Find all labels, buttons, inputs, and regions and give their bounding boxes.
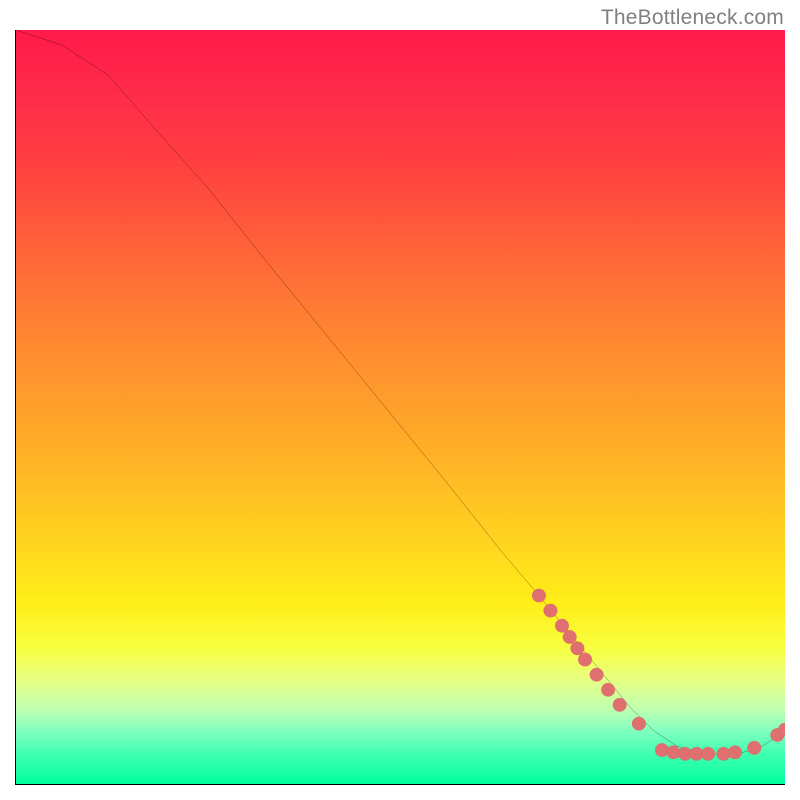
bottleneck-chart: TheBottleneck.com [0,0,800,800]
data-marker [570,641,584,655]
data-marker [728,746,742,760]
data-marker [613,698,627,712]
data-marker [578,653,592,667]
chart-svg [16,30,785,784]
data-marker [655,743,669,757]
data-marker [632,717,646,731]
watermark-text: TheBottleneck.com [601,6,784,30]
data-marker [532,589,546,603]
data-markers-group [532,589,785,761]
data-marker [601,683,615,697]
data-marker [590,668,604,682]
data-marker [701,747,715,761]
data-marker [555,619,569,633]
data-marker [544,604,558,618]
data-marker [747,741,761,755]
data-marker [563,630,577,644]
plot-area [15,30,785,785]
bottleneck-curve-path [16,30,785,754]
